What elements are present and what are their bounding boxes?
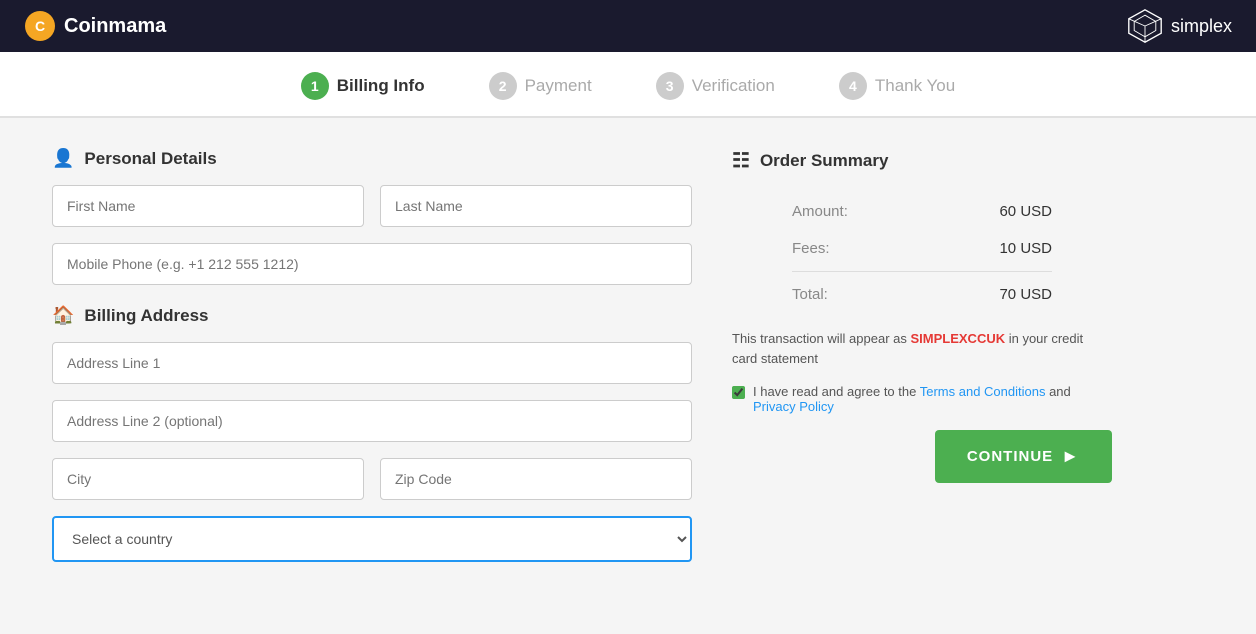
fees-value: 10 USD bbox=[999, 240, 1052, 257]
step-billing: 1 Billing Info bbox=[269, 72, 457, 116]
terms-link[interactable]: Terms and Conditions bbox=[920, 384, 1046, 399]
left-panel: 👤 Personal Details 🏠 Billing Address bbox=[52, 148, 692, 562]
name-row bbox=[52, 185, 692, 227]
address1-input[interactable] bbox=[52, 342, 692, 384]
city-input[interactable] bbox=[52, 458, 364, 500]
transaction-note: This transaction will appear as SIMPLEXC… bbox=[732, 329, 1112, 368]
continue-label: CONTINUE bbox=[967, 448, 1053, 465]
total-row: Total: 70 USD bbox=[732, 276, 1112, 313]
coinmama-icon: C bbox=[24, 10, 56, 42]
country-row: Select a country bbox=[52, 516, 692, 562]
right-panel: ☷ Order Summary Amount: 60 USD Fees: 10 … bbox=[732, 148, 1112, 562]
transaction-note-before: This transaction will appear as bbox=[732, 331, 910, 346]
home-icon: 🏠 bbox=[52, 305, 74, 326]
step-payment: 2 Payment bbox=[457, 72, 624, 116]
billing-address-heading: 🏠 Billing Address bbox=[52, 305, 692, 326]
main-content: 👤 Personal Details 🏠 Billing Address bbox=[28, 118, 1228, 592]
agree-before: I have read and agree to the bbox=[753, 384, 920, 399]
personal-details-label: Personal Details bbox=[84, 149, 216, 169]
person-icon: 👤 bbox=[52, 148, 74, 169]
list-icon: ☷ bbox=[732, 148, 750, 173]
steps-bar: 1 Billing Info 2 Payment 3 Verification … bbox=[0, 52, 1256, 118]
simplex-label: simplex bbox=[1171, 16, 1232, 37]
continue-button[interactable]: CONTINUE ► bbox=[935, 430, 1112, 483]
merchant-name: SIMPLEXCCUK bbox=[910, 331, 1005, 346]
header: C Coinmama simplex bbox=[0, 0, 1256, 52]
privacy-link[interactable]: Privacy Policy bbox=[753, 399, 834, 414]
step-2-circle: 2 bbox=[489, 72, 517, 100]
address2-input[interactable] bbox=[52, 400, 692, 442]
step-2-label: Payment bbox=[525, 76, 592, 96]
step-4-circle: 4 bbox=[839, 72, 867, 100]
coinmama-label: Coinmama bbox=[64, 15, 166, 38]
simplex-icon bbox=[1127, 8, 1163, 44]
first-name-input[interactable] bbox=[52, 185, 364, 227]
step-3-label: Verification bbox=[692, 76, 775, 96]
svg-text:C: C bbox=[35, 18, 45, 34]
step-1-label: Billing Info bbox=[337, 76, 425, 96]
order-rows: Amount: 60 USD Fees: 10 USD Total: 70 US… bbox=[732, 193, 1112, 313]
mobile-row bbox=[52, 243, 692, 285]
step-4-label: Thank You bbox=[875, 76, 955, 96]
fees-row: Fees: 10 USD bbox=[732, 230, 1112, 267]
agree-row: I have read and agree to the Terms and C… bbox=[732, 384, 1112, 414]
order-summary-label: Order Summary bbox=[760, 151, 889, 171]
total-label: Total: bbox=[792, 286, 828, 303]
order-divider bbox=[792, 271, 1052, 272]
country-select[interactable]: Select a country bbox=[52, 516, 692, 562]
step-verification: 3 Verification bbox=[624, 72, 807, 116]
address1-row bbox=[52, 342, 692, 384]
billing-address-label: Billing Address bbox=[84, 306, 208, 326]
agree-checkbox[interactable] bbox=[732, 386, 745, 399]
mobile-input[interactable] bbox=[52, 243, 692, 285]
simplex-logo: simplex bbox=[1127, 8, 1232, 44]
amount-label: Amount: bbox=[792, 203, 848, 220]
arrow-right-icon: ► bbox=[1061, 446, 1080, 467]
amount-row: Amount: 60 USD bbox=[732, 193, 1112, 230]
coinmama-logo: C Coinmama bbox=[24, 10, 166, 42]
address2-row bbox=[52, 400, 692, 442]
step-thankyou: 4 Thank You bbox=[807, 72, 987, 116]
order-summary-heading: ☷ Order Summary bbox=[732, 148, 1112, 173]
step-3-circle: 3 bbox=[656, 72, 684, 100]
agree-middle: and bbox=[1045, 384, 1070, 399]
step-1-circle: 1 bbox=[301, 72, 329, 100]
city-zip-row bbox=[52, 458, 692, 500]
fees-label: Fees: bbox=[792, 240, 830, 257]
amount-value: 60 USD bbox=[999, 203, 1052, 220]
zip-input[interactable] bbox=[380, 458, 692, 500]
total-value: 70 USD bbox=[999, 286, 1052, 303]
last-name-input[interactable] bbox=[380, 185, 692, 227]
agree-text: I have read and agree to the Terms and C… bbox=[753, 384, 1112, 414]
personal-details-heading: 👤 Personal Details bbox=[52, 148, 692, 169]
